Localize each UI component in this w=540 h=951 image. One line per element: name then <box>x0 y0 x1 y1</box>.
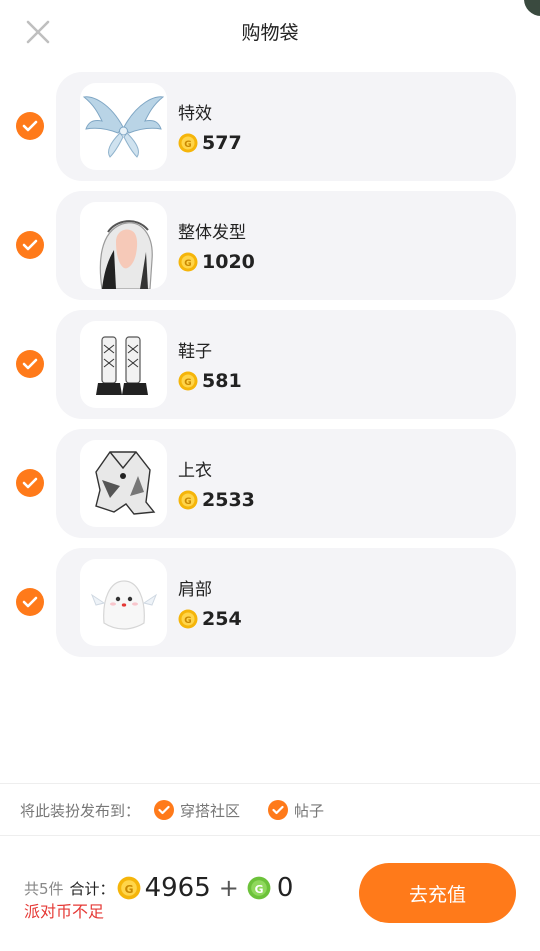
publish-options: 将此装扮发布到： 穿搭社区 帖子 <box>20 797 324 823</box>
item-price: G 577 <box>178 132 242 154</box>
recharge-button[interactable]: 去充值 <box>359 863 516 923</box>
ghost-shoulder-icon <box>90 580 158 630</box>
svg-text:G: G <box>184 259 191 269</box>
page-title: 购物袋 <box>241 22 299 44</box>
publish-option-label: 帖子 <box>294 801 325 820</box>
checkmark-icon <box>268 800 289 820</box>
item-price-value: 2533 <box>202 489 255 511</box>
item-thumbnail <box>80 321 167 408</box>
item-name: 上衣 <box>178 461 212 481</box>
item-name: 鞋子 <box>178 342 212 362</box>
coin-icon: G <box>178 609 198 629</box>
item-card[interactable]: 鞋子 G 581 <box>56 310 516 419</box>
item-thumbnail <box>80 202 167 289</box>
item-card[interactable]: 特效 G 577 <box>56 72 516 181</box>
item-price: G 2533 <box>178 489 255 511</box>
svg-text:G: G <box>184 378 191 388</box>
item-price: G 254 <box>178 608 242 630</box>
item-card[interactable]: 上衣 G 2533 <box>56 429 516 538</box>
publish-option-post[interactable]: 帖子 <box>268 800 324 821</box>
corner-decoration <box>524 0 540 16</box>
coin-icon: G <box>178 252 198 272</box>
hairstyle-icon <box>99 220 153 289</box>
coin-icon: G <box>178 133 198 153</box>
checkmark-icon <box>22 120 38 132</box>
cart-item-list: 特效 G 577 整体发型 G 1020 鞋子 G 581 上衣 G 2533 … <box>0 72 540 667</box>
item-price-value: 254 <box>202 608 242 630</box>
item-name: 特效 <box>178 104 212 124</box>
item-card[interactable]: 整体发型 G 1020 <box>56 191 516 300</box>
checkmark-icon <box>22 596 38 608</box>
boots-icon <box>96 336 148 395</box>
item-checkbox[interactable] <box>16 112 44 140</box>
cart-item: 整体发型 G 1020 <box>0 191 540 300</box>
item-checkbox[interactable] <box>16 350 44 378</box>
item-checkbox[interactable] <box>16 588 44 616</box>
checkmark-icon <box>22 358 38 370</box>
gcoin-icon: G <box>247 876 271 900</box>
total-label: 合计： <box>69 879 115 898</box>
divider <box>0 783 540 784</box>
item-thumbnail <box>80 83 167 170</box>
item-thumbnail <box>80 440 167 527</box>
checkmark-icon <box>22 239 38 251</box>
item-checkbox[interactable] <box>16 469 44 497</box>
svg-text:G: G <box>184 497 191 507</box>
cart-item: 肩部 G 254 <box>0 548 540 657</box>
top-garment-icon <box>95 451 156 515</box>
item-price-value: 577 <box>202 132 242 154</box>
item-price-value: 1020 <box>202 251 255 273</box>
wings-effect-icon <box>82 96 165 158</box>
svg-text:G: G <box>124 883 133 896</box>
item-price: G 581 <box>178 370 242 392</box>
checkout-bar: 共5件 合计： G 4965 + G 0 派对币不足 去充值 <box>0 836 540 951</box>
item-price-value: 581 <box>202 370 242 392</box>
coin-icon: G <box>178 490 198 510</box>
publish-option-community[interactable]: 穿搭社区 <box>154 800 240 821</box>
svg-text:G: G <box>184 140 191 150</box>
item-price: G 1020 <box>178 251 255 273</box>
svg-text:G: G <box>254 883 263 896</box>
item-card[interactable]: 肩部 G 254 <box>56 548 516 657</box>
cart-item: 上衣 G 2533 <box>0 429 540 538</box>
gcoin-total: 0 <box>276 873 294 903</box>
item-name: 整体发型 <box>178 223 246 243</box>
item-count: 共5件 <box>24 879 64 898</box>
cart-item: 特效 G 577 <box>0 72 540 181</box>
publish-option-label: 穿搭社区 <box>180 801 241 820</box>
cart-item: 鞋子 G 581 <box>0 310 540 419</box>
publish-label: 将此装扮发布到： <box>20 801 141 820</box>
item-checkbox[interactable] <box>16 231 44 259</box>
item-name: 肩部 <box>178 580 212 600</box>
checkmark-icon <box>154 800 175 820</box>
top-bar: 购物袋 <box>0 0 540 62</box>
svg-text:G: G <box>184 616 191 626</box>
plus-sign: + <box>218 874 239 902</box>
coin-icon: G <box>117 876 140 900</box>
insufficient-balance-warning: 派对币不足 <box>24 902 105 921</box>
coin-icon: G <box>178 371 198 391</box>
coin-total: 4965 <box>144 873 211 903</box>
checkmark-icon <box>22 477 38 489</box>
item-thumbnail <box>80 559 167 646</box>
